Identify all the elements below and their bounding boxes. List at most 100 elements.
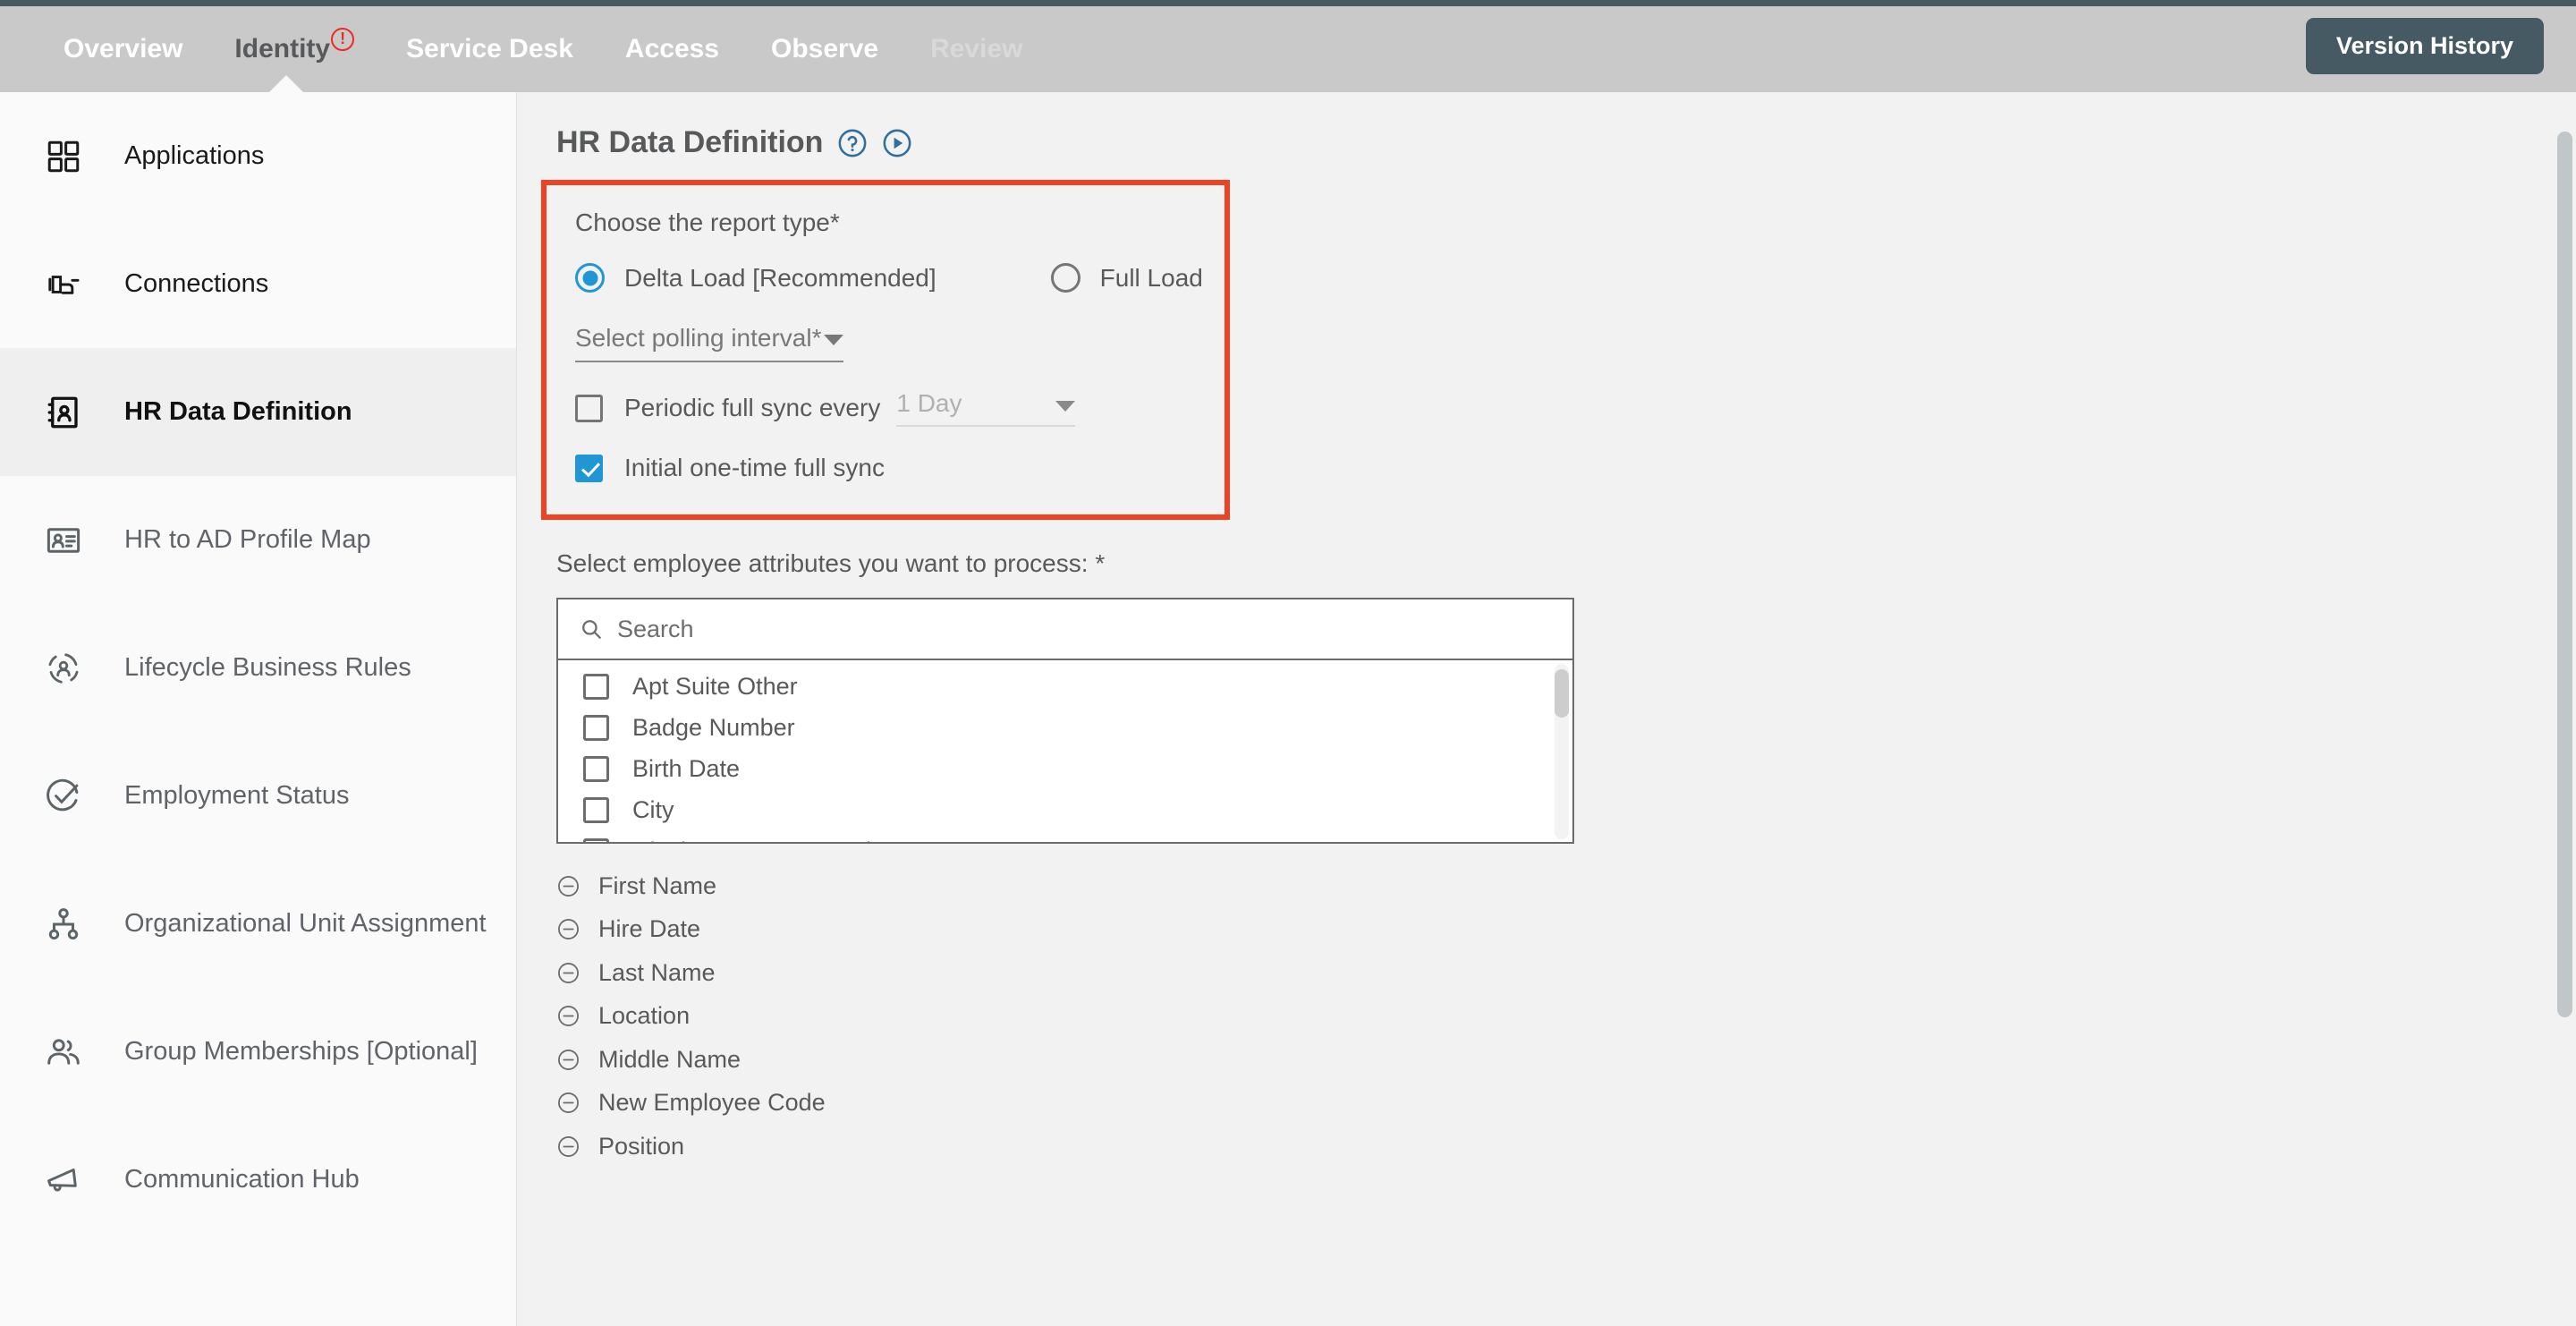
sidebar-item-organizational-unit-assignment[interactable]: Organizational Unit Assignment xyxy=(0,860,516,988)
address-book-icon xyxy=(43,392,84,433)
minus-circle-icon[interactable] xyxy=(556,917,580,941)
user-cycle-icon xyxy=(43,648,84,689)
sidebar-item-employment-status-label: Employment Status xyxy=(124,781,350,810)
nav-item-access-label: Access xyxy=(624,34,719,64)
selected-attribute-label: Last Name xyxy=(598,958,716,986)
attributes-scrollbar-thumb[interactable] xyxy=(1555,669,1569,718)
radio-delta-load-mark[interactable] xyxy=(575,263,605,293)
sidebar-item-applications[interactable]: Applications xyxy=(0,92,516,220)
periodic-full-sync-checkbox[interactable] xyxy=(575,394,603,422)
active-tab-pointer-icon xyxy=(268,75,305,93)
attribute-label: Birth Date xyxy=(632,754,741,782)
sidebar-item-group-memberships[interactable]: Group Memberships [Optional] xyxy=(0,988,516,1116)
sidebar-item-hr-data-definition-label: HR Data Definition xyxy=(124,397,352,426)
chevron-down-icon xyxy=(824,335,843,345)
employee-attributes-box: Search Apt Suite Other Badge Number Birt… xyxy=(556,598,1574,844)
selected-attribute-label: Location xyxy=(598,1002,691,1030)
sidebar-item-communication-hub[interactable]: Communication Hub xyxy=(0,1116,516,1244)
nav-item-overview[interactable]: Overview xyxy=(38,6,208,92)
minus-circle-icon[interactable] xyxy=(556,1048,580,1072)
attribute-label: Clock Sequence Number xyxy=(632,837,901,843)
periodic-sync-interval-select[interactable]: 1 Day xyxy=(896,389,1076,427)
periodic-sync-interval-value: 1 Day xyxy=(896,389,962,417)
list-item[interactable]: City xyxy=(558,789,1572,830)
play-circle-icon[interactable] xyxy=(882,128,912,158)
check-circle-icon xyxy=(43,776,84,817)
initial-one-time-full-sync-row: Initial one-time full sync xyxy=(575,454,1224,482)
initial-one-time-full-sync-label: Initial one-time full sync xyxy=(624,454,886,481)
minus-circle-icon[interactable] xyxy=(556,1091,580,1115)
attribute-checkbox[interactable] xyxy=(583,755,609,782)
attributes-search-input[interactable]: Search xyxy=(617,616,694,643)
attribute-checkbox[interactable] xyxy=(583,796,609,823)
list-item[interactable]: Clock Sequence Number xyxy=(558,830,1572,843)
magnifier-icon xyxy=(580,617,603,641)
polling-interval-placeholder: Select polling interval* xyxy=(575,324,822,352)
page-scrollbar-track[interactable] xyxy=(2551,92,2576,1326)
attribute-label: City xyxy=(632,795,674,823)
attribute-checkbox[interactable] xyxy=(583,714,609,741)
version-history-button[interactable]: Version History xyxy=(2305,18,2544,74)
nav-item-review[interactable]: Review xyxy=(904,6,1048,92)
attribute-checkbox[interactable] xyxy=(583,837,609,842)
list-item[interactable]: Hire Date xyxy=(556,908,2576,952)
radio-full-load-mark[interactable] xyxy=(1050,263,1080,293)
selected-attribute-label: Hire Date xyxy=(598,915,701,943)
users-icon xyxy=(43,1032,84,1073)
nav-item-service-desk-label: Service Desk xyxy=(406,34,573,64)
grid-apps-icon xyxy=(43,136,84,177)
minus-circle-icon[interactable] xyxy=(556,961,580,985)
radio-option-full-load-label: Full Load xyxy=(1099,263,1203,292)
sidebar-item-lifecycle-business-rules[interactable]: Lifecycle Business Rules xyxy=(0,604,516,732)
question-circle-icon[interactable] xyxy=(837,128,868,158)
employee-attributes-label: Select employee attributes you want to p… xyxy=(556,549,1106,577)
nav-item-service-desk[interactable]: Service Desk xyxy=(380,6,599,92)
list-item[interactable]: Badge Number xyxy=(558,707,1572,748)
sidebar-item-communication-hub-label: Communication Hub xyxy=(124,1165,360,1194)
nav-item-observe-label: Observe xyxy=(771,34,879,64)
chevron-down-icon xyxy=(1055,401,1076,412)
sidebar-item-lifecycle-business-rules-label: Lifecycle Business Rules xyxy=(124,653,411,682)
plug-icon xyxy=(43,264,84,305)
list-item[interactable]: First Name xyxy=(556,864,2576,908)
minus-circle-icon[interactable] xyxy=(556,1004,580,1028)
sidebar-item-hr-data-definition[interactable]: HR Data Definition xyxy=(0,348,516,476)
nav-item-list: Overview Identity ! Service Desk Access … xyxy=(38,6,1048,93)
page-title-row: HR Data Definition xyxy=(556,125,2576,160)
attributes-search-bar[interactable]: Search xyxy=(558,599,1572,660)
nav-item-identity[interactable]: Identity ! xyxy=(208,6,380,93)
radio-option-full-load[interactable]: Full Load xyxy=(1050,263,1203,293)
list-item[interactable]: Apt Suite Other xyxy=(558,666,1572,707)
report-type-radio-group: Delta Load [Recommended] Full Load xyxy=(575,263,1224,293)
list-item[interactable]: New Employee Code xyxy=(556,1082,2576,1126)
sidebar-item-organizational-unit-assignment-label: Organizational Unit Assignment xyxy=(124,909,487,938)
list-item[interactable]: Middle Name xyxy=(556,1038,2576,1082)
selected-attribute-label: First Name xyxy=(598,871,717,899)
sidebar-item-connections[interactable]: Connections xyxy=(0,220,516,348)
list-item[interactable]: Birth Date xyxy=(558,748,1572,789)
report-type-highlight-box: Choose the report type* Delta Load [Reco… xyxy=(541,180,1230,520)
periodic-full-sync-row: Periodic full sync every 1 Day xyxy=(575,389,1224,427)
sidebar-item-connections-label: Connections xyxy=(124,269,269,298)
minus-circle-icon[interactable] xyxy=(556,1135,580,1159)
attribute-checkbox[interactable] xyxy=(583,673,609,700)
nav-item-review-label: Review xyxy=(930,34,1023,64)
sidebar-item-employment-status[interactable]: Employment Status xyxy=(0,732,516,860)
nav-item-observe[interactable]: Observe xyxy=(745,6,904,92)
selected-attributes-list: First Name Hire Date Last Name Location … xyxy=(556,864,2576,1169)
sidebar-item-group-memberships-label: Group Memberships [Optional] xyxy=(124,1037,478,1066)
minus-circle-icon[interactable] xyxy=(556,874,580,898)
sidebar-item-hr-to-ad-profile-map[interactable]: HR to AD Profile Map xyxy=(0,476,516,604)
polling-interval-select[interactable]: Select polling interval* xyxy=(575,324,843,362)
page-scrollbar-thumb[interactable] xyxy=(2557,132,2572,1017)
radio-option-delta-load[interactable]: Delta Load [Recommended] xyxy=(575,263,936,293)
list-item[interactable]: Last Name xyxy=(556,951,2576,995)
nav-item-access[interactable]: Access xyxy=(599,6,745,92)
list-item[interactable]: Location xyxy=(556,995,2576,1039)
list-item[interactable]: Position xyxy=(556,1125,2576,1169)
report-type-legend: Choose the report type* xyxy=(575,208,840,236)
org-chart-icon xyxy=(43,904,84,945)
initial-one-time-full-sync-checkbox[interactable] xyxy=(575,454,603,482)
attribute-label: Badge Number xyxy=(632,713,795,741)
attributes-scrollbar-track[interactable] xyxy=(1555,664,1569,839)
